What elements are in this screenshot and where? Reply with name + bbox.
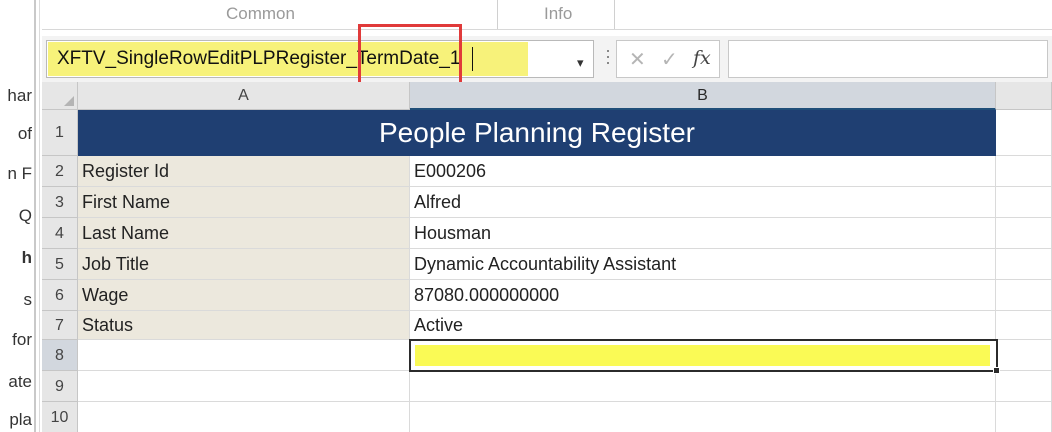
cell-label-register-id[interactable]: Register Id [78, 156, 410, 187]
cell-a8[interactable] [78, 340, 410, 371]
column-header-c[interactable] [996, 82, 1052, 110]
left-pane-fragment: h [21, 248, 32, 267]
left-pane-fragment: Q [18, 206, 32, 225]
cell[interactable] [996, 187, 1052, 218]
annotation-callout-box [358, 24, 462, 90]
select-all-triangle-icon [64, 96, 74, 106]
cell-value-last-name[interactable]: Housman [410, 218, 996, 249]
column-header-a[interactable]: A [78, 82, 410, 110]
formula-bar-grip[interactable] [605, 46, 611, 72]
cell[interactable] [996, 110, 1052, 156]
cell[interactable] [996, 218, 1052, 249]
cell-label-wage[interactable]: Wage [78, 280, 410, 311]
pane-splitter-edge [39, 0, 40, 432]
active-cell-b8[interactable] [409, 339, 998, 372]
register-title[interactable]: People Planning Register [78, 110, 996, 156]
row-header-10[interactable]: 10 [42, 402, 78, 432]
cell[interactable] [996, 311, 1052, 340]
cell[interactable] [410, 371, 996, 402]
cell-value-wage[interactable]: 87080.000000000 [410, 280, 996, 311]
cell[interactable] [996, 280, 1052, 311]
row-header-9[interactable]: 9 [42, 371, 78, 402]
formula-input[interactable] [728, 40, 1048, 78]
cell-value-job-title[interactable]: Dynamic Accountability Assistant [410, 249, 996, 280]
ribbon-bottom-border [42, 29, 1052, 30]
cell[interactable] [996, 402, 1052, 432]
cell-value-first-name[interactable]: Alfred [410, 187, 996, 218]
row-header-7[interactable]: 7 [42, 311, 78, 340]
row-header-8[interactable]: 8 [42, 340, 78, 371]
left-pane-fragment: n F [7, 164, 32, 183]
formula-buttons: ✕ ✓ fx [616, 40, 720, 78]
cell[interactable] [996, 340, 1052, 371]
row-header-5[interactable]: 5 [42, 249, 78, 280]
ribbon-group-common: Common [226, 4, 295, 23]
worksheet-grid[interactable]: A B 1 2 3 4 5 6 7 8 9 10 People Planning… [42, 82, 1052, 432]
left-pane-fragment: of [17, 124, 32, 143]
cell[interactable] [996, 249, 1052, 280]
cell[interactable] [78, 402, 410, 432]
row-header-3[interactable]: 3 [42, 187, 78, 218]
cell[interactable] [996, 371, 1052, 402]
formula-bar: XFTV_SingleRowEditPLPRegister_TermDate_1… [42, 36, 1052, 82]
left-pane-fragment: ate [8, 372, 32, 391]
pane-splitter[interactable] [34, 0, 36, 432]
left-pane-fragment: pla [9, 410, 32, 429]
cell-label-last-name[interactable]: Last Name [78, 218, 410, 249]
name-box[interactable]: XFTV_SingleRowEditPLPRegister_TermDate_1… [46, 40, 594, 78]
cell-value-status[interactable]: Active [410, 311, 996, 340]
cell-b8-fill [415, 345, 990, 366]
cell-label-job-title[interactable]: Job Title [78, 249, 410, 280]
cell[interactable] [78, 371, 410, 402]
left-pane-fragment: har [7, 86, 32, 105]
cell-label-status[interactable]: Status [78, 311, 410, 340]
text-caret [472, 47, 473, 71]
ribbon-separator [497, 0, 498, 30]
cell[interactable] [996, 156, 1052, 187]
cell-label-first-name[interactable]: First Name [78, 187, 410, 218]
cell[interactable] [410, 402, 996, 432]
enter-check-icon[interactable]: ✓ [661, 47, 678, 72]
left-pane-fragment: s [23, 290, 33, 309]
select-all-corner[interactable] [42, 82, 78, 110]
insert-function-icon[interactable]: fx [693, 47, 711, 69]
ribbon-group-info: Info [544, 4, 573, 23]
row-header-1[interactable]: 1 [42, 110, 78, 156]
column-header-b[interactable]: B [410, 82, 996, 110]
ribbon-group-labels: Common Info [42, 0, 1052, 30]
left-pane-fragment: for [12, 330, 32, 349]
row-header-6[interactable]: 6 [42, 280, 78, 311]
row-header-2[interactable]: 2 [42, 156, 78, 187]
fill-handle[interactable] [993, 367, 1000, 374]
cancel-icon[interactable]: ✕ [629, 47, 646, 72]
cell-value-register-id[interactable]: E000206 [410, 156, 996, 187]
name-box-dropdown-icon[interactable]: ▾ [577, 55, 584, 71]
left-task-pane-clipped: har of n F Q h s for ate pla [0, 0, 34, 432]
row-header-4[interactable]: 4 [42, 218, 78, 249]
ribbon-separator [614, 0, 615, 30]
